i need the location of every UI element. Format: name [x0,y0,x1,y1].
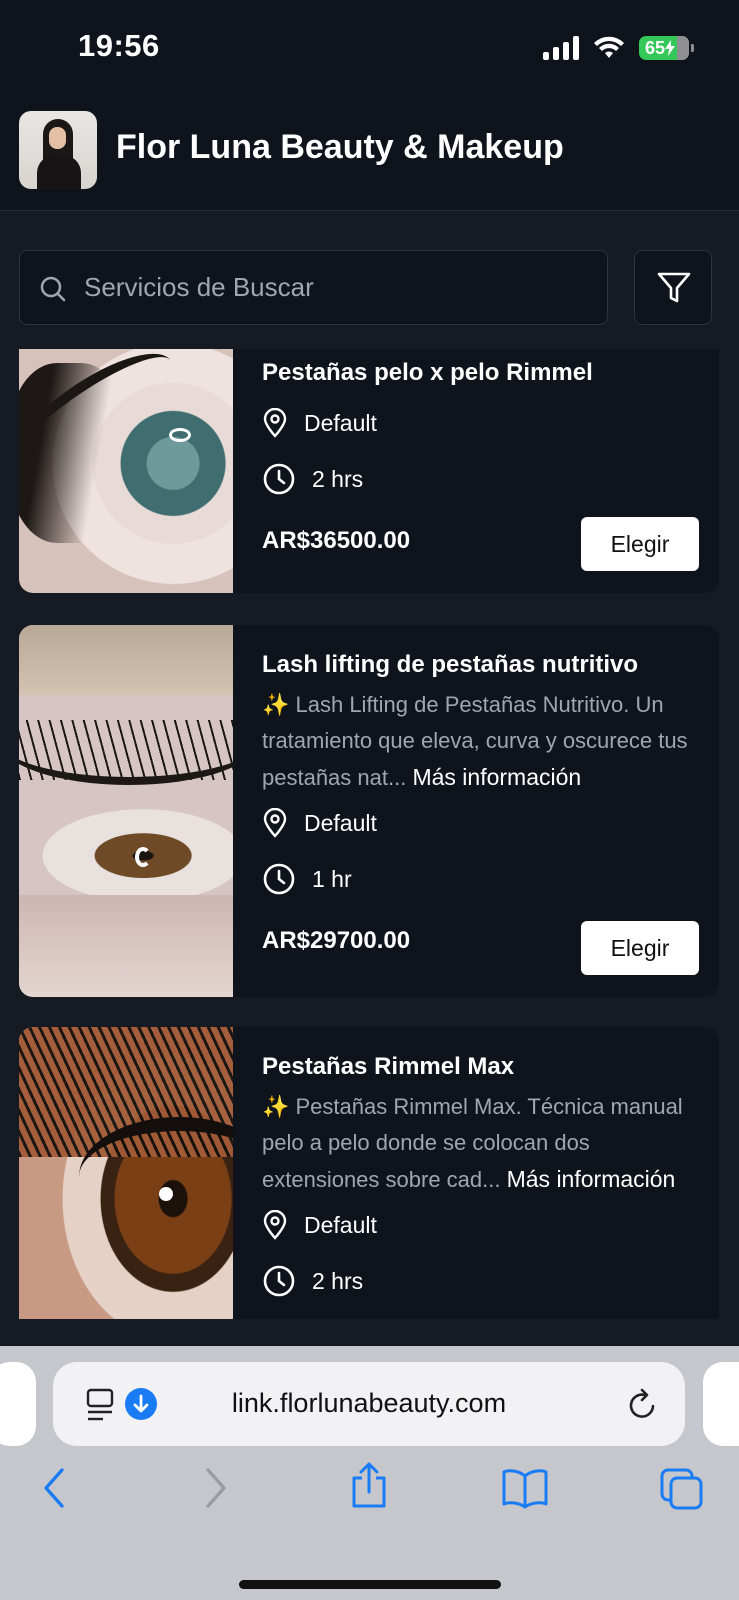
choose-button[interactable]: Elegir [581,921,699,975]
service-card: Lash lifting de pestañas nutritivo ✨ Las… [19,625,719,997]
service-photo [19,349,233,593]
business-avatar[interactable] [19,111,97,189]
status-bar: 19:56 65 [0,0,739,100]
back-icon[interactable] [40,1466,70,1510]
duration-text: 1 hr [312,865,352,892]
service-location: Default [262,405,377,441]
location-pin-icon [263,808,287,838]
service-location: Default [262,805,377,841]
tabs-icon[interactable] [658,1466,706,1512]
service-title: Lash lifting de pestañas nutritivo [262,651,639,678]
clock-icon [263,1265,295,1297]
status-time: 19:56 [78,28,160,63]
more-info-link[interactable]: Más información [507,1166,676,1192]
business-title: Flor Luna Beauty & Makeup [116,128,564,166]
status-icons: 65 [543,36,694,60]
battery-level: 65 [644,37,666,58]
app-header: Flor Luna Beauty & Makeup [0,100,739,211]
browser-toolbar [0,1462,739,1526]
service-description: ✨ Pestañas Rimmel Max. Técnica manual pe… [262,1089,702,1198]
location-pin-icon [263,1210,287,1240]
choose-button[interactable]: Elegir [581,517,699,571]
reload-icon[interactable] [625,1388,659,1422]
browser-bar: link.florlunabeauty.com [0,1346,739,1600]
service-card: Pestañas Rimmel Max ✨ Pestañas Rimmel Ma… [19,1027,719,1319]
clock-icon [263,463,295,495]
search-placeholder: Servicios de Buscar [84,272,314,302]
duration-text: 2 hrs [312,1267,364,1294]
duration-text: 2 hrs [312,465,364,492]
service-duration: 2 hrs [262,461,363,497]
service-duration: 2 hrs [262,1263,363,1299]
service-price: AR$36500.00 [262,527,411,554]
forward-icon[interactable] [200,1466,230,1510]
next-tab-preview[interactable] [703,1362,739,1446]
location-text: Default [304,409,377,436]
filter-button[interactable] [634,250,712,325]
search-input[interactable]: Servicios de Buscar [19,250,608,325]
service-photo [19,1027,233,1319]
home-indicator [239,1580,501,1589]
services-list[interactable]: Pestañas pelo x pelo Rimmel Default 2 hr… [0,349,739,1319]
wifi-icon [594,36,624,58]
url-text: link.florlunabeauty.com [231,1388,507,1418]
more-info-link[interactable]: Más información [412,764,581,790]
service-duration: 1 hr [262,861,352,897]
search-icon [40,276,66,302]
location-pin-icon [263,408,287,438]
location-text: Default [304,1211,377,1238]
service-photo [19,625,233,997]
share-icon[interactable] [348,1460,390,1510]
service-title: Pestañas Rimmel Max [262,1053,515,1080]
bookmarks-icon[interactable] [500,1466,550,1510]
filter-icon [657,272,691,303]
cellular-signal-icon [543,36,579,60]
battery-icon: 65 [639,36,694,60]
service-description: ✨ Lash Lifting de Pestañas Nutritivo. Un… [262,687,702,796]
clock-icon [263,863,295,895]
previous-tab-preview[interactable] [0,1362,36,1446]
location-text: Default [304,809,377,836]
service-card: Pestañas pelo x pelo Rimmel Default 2 hr… [19,349,719,593]
address-bar[interactable]: link.florlunabeauty.com [53,1362,685,1446]
service-location: Default [262,1207,377,1243]
service-title: Pestañas pelo x pelo Rimmel [262,359,593,386]
service-price: AR$29700.00 [262,927,411,954]
